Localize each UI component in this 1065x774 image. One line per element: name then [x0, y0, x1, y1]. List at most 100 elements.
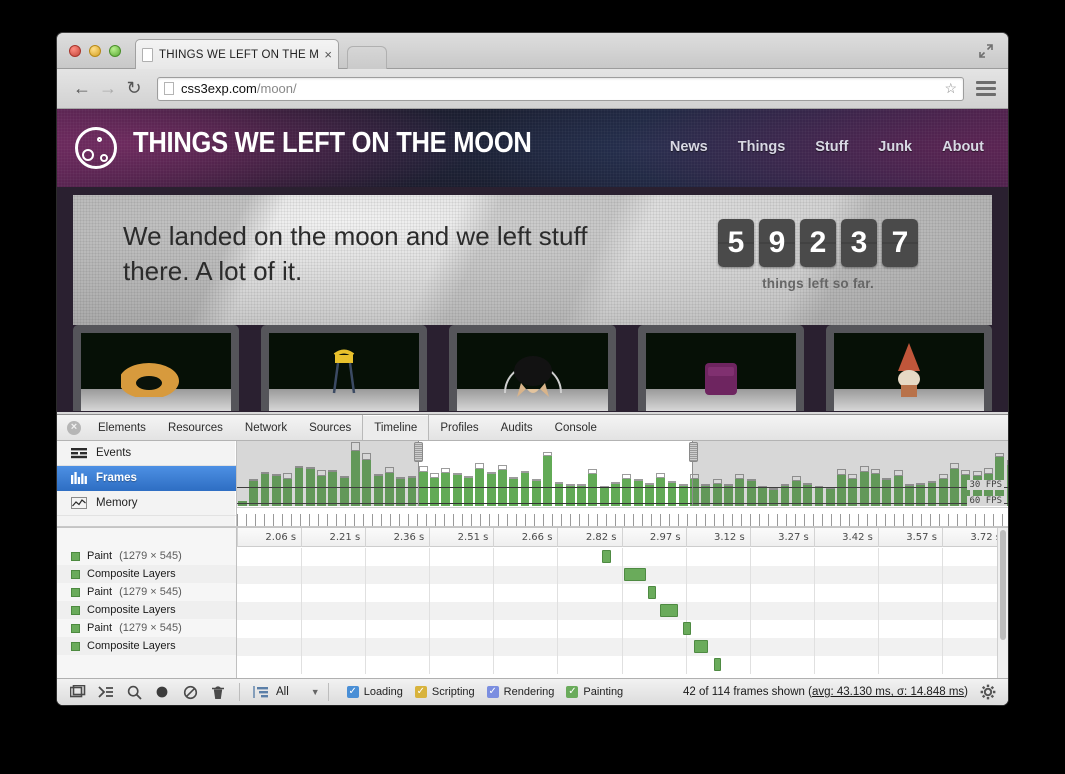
timeline-event-bar[interactable]	[714, 658, 722, 671]
grid-line	[814, 638, 815, 656]
grid-line	[301, 656, 302, 674]
browser-tab[interactable]: THINGS WE LEFT ON THE M ×	[135, 39, 339, 69]
grid-line	[429, 638, 430, 656]
checkbox-label: Loading	[364, 686, 403, 698]
checkbox-rendering[interactable]: ✓ Rendering	[487, 686, 555, 698]
tab-console[interactable]: Console	[544, 415, 608, 440]
menu-icon[interactable]	[974, 81, 996, 96]
record-row[interactable]: Composite Layers	[57, 601, 236, 619]
maximize-icon[interactable]	[978, 43, 994, 59]
record-row[interactable]: Paint (1279 × 545)	[57, 619, 236, 637]
overview-mode-memory[interactable]: Memory	[57, 491, 236, 516]
timeline-track[interactable]	[237, 584, 1008, 602]
clear-icon[interactable]	[177, 682, 203, 703]
record-label: Paint	[87, 550, 112, 562]
bagel-icon	[121, 351, 191, 397]
thumbnail-card-bagel[interactable]	[73, 325, 239, 411]
tab-elements[interactable]: Elements	[87, 415, 157, 440]
timeline-event-bar[interactable]	[602, 550, 610, 563]
cat-icon	[497, 343, 569, 397]
records-timeline[interactable]: 2.06 s2.21 s2.36 s2.51 s2.66 s2.82 s2.97…	[237, 528, 1008, 678]
forward-icon[interactable]: →	[95, 76, 121, 102]
browser-window: THINGS WE LEFT ON THE M × ← → ↻ css3exp.…	[57, 33, 1008, 705]
tab-audits[interactable]: Audits	[490, 415, 544, 440]
tab-profiles[interactable]: Profiles	[429, 415, 489, 440]
close-icon[interactable]: ×	[320, 47, 332, 62]
grid-line	[686, 566, 687, 584]
checkbox-scripting[interactable]: ✓ Scripting	[415, 686, 475, 698]
record-row[interactable]: Composite Layers	[57, 637, 236, 655]
record-row[interactable]: Paint (1279 × 545)	[57, 547, 236, 565]
timeline-event-bar[interactable]	[624, 568, 646, 581]
site-title: Things We Left On The Moon	[133, 127, 532, 160]
overview-resize-handle-left[interactable]	[414, 442, 423, 462]
gear-icon[interactable]	[976, 684, 1000, 700]
events-icon	[71, 447, 87, 459]
nav-item-stuff[interactable]: Stuff	[815, 139, 848, 155]
window-close-button[interactable]	[69, 45, 81, 57]
tab-network[interactable]: Network	[234, 415, 298, 440]
grid-line	[686, 548, 687, 566]
tab-sources[interactable]: Sources	[298, 415, 362, 440]
trash-icon[interactable]	[205, 682, 231, 703]
nav-item-news[interactable]: News	[670, 139, 708, 155]
console-drawer-icon[interactable]	[93, 682, 119, 703]
timeline-event-bar[interactable]	[694, 640, 709, 653]
page-info-icon	[164, 82, 174, 95]
devtools-body: Events Frames	[57, 441, 1008, 705]
search-icon[interactable]	[121, 682, 147, 703]
filter-dropdown[interactable]: All ▼	[276, 686, 320, 698]
overview-resize-handle-right[interactable]	[689, 442, 698, 462]
checkbox-painting[interactable]: ✓ Painting	[566, 686, 623, 698]
tab-resources[interactable]: Resources	[157, 415, 234, 440]
record-row[interactable]: Paint (1279 × 545)	[57, 583, 236, 601]
thumbnail-card-gnome[interactable]	[826, 325, 992, 411]
grid-line	[557, 602, 558, 620]
record-row[interactable]: Composite Layers	[57, 565, 236, 583]
tab-timeline[interactable]: Timeline	[362, 415, 429, 440]
grid-line	[942, 548, 943, 566]
grid-line	[493, 620, 494, 638]
purple-bag-icon	[698, 355, 744, 397]
records-sidebar: Paint (1279 × 545) Composite Layers Pain…	[57, 528, 237, 678]
glue-records-icon[interactable]	[248, 682, 274, 703]
grid-line	[942, 638, 943, 656]
dock-icon[interactable]	[65, 682, 91, 703]
back-icon[interactable]: ←	[69, 76, 95, 102]
timeline-event-bar[interactable]	[660, 604, 678, 617]
bookmark-star-icon[interactable]: ☆	[944, 80, 957, 97]
address-bar[interactable]: css3exp.com/moon/ ☆	[157, 77, 964, 101]
overview-mode-frames[interactable]: Frames	[57, 466, 236, 491]
nav-item-about[interactable]: About	[942, 139, 984, 155]
thumbnail-card-cat[interactable]	[449, 325, 615, 411]
timeline-overview: Events Frames	[57, 441, 1008, 527]
new-tab-button[interactable]	[347, 46, 387, 69]
grid-line	[814, 620, 815, 638]
thumbnail-card-bag[interactable]	[638, 325, 804, 411]
ruler-tick: 3.57 s	[878, 528, 942, 547]
ruler-tick: 3.27 s	[750, 528, 814, 547]
timeline-track[interactable]	[237, 566, 1008, 584]
timeline-track[interactable]	[237, 602, 1008, 620]
nav-item-junk[interactable]: Junk	[878, 139, 912, 155]
reload-icon[interactable]: ↻	[121, 76, 147, 102]
timeline-ruler: 2.06 s2.21 s2.36 s2.51 s2.66 s2.82 s2.97…	[237, 528, 1008, 547]
devtools-close-button[interactable]: ×	[61, 415, 87, 440]
checkbox-loading[interactable]: ✓ Loading	[347, 686, 403, 698]
frames-overview-chart[interactable]: 30 FPS 60 FPS	[237, 441, 1008, 526]
timeline-track[interactable]	[237, 548, 1008, 566]
overview-mode-events[interactable]: Events	[57, 441, 236, 466]
timeline-track[interactable]	[237, 656, 1008, 674]
record-icon[interactable]	[149, 682, 175, 703]
thumbnail-card-clamp[interactable]	[261, 325, 427, 411]
records-vertical-scrollbar[interactable]	[997, 528, 1008, 678]
timeline-event-bar[interactable]	[648, 586, 656, 599]
timeline-track[interactable]	[237, 638, 1008, 656]
window-zoom-button[interactable]	[109, 45, 121, 57]
counter-widget: 5 9 2 3 7 things left so far.	[718, 219, 918, 291]
timeline-track[interactable]	[237, 620, 1008, 638]
window-minimize-button[interactable]	[89, 45, 101, 57]
grid-line	[493, 656, 494, 674]
nav-item-things[interactable]: Things	[738, 139, 786, 155]
timeline-event-bar[interactable]	[683, 622, 691, 635]
